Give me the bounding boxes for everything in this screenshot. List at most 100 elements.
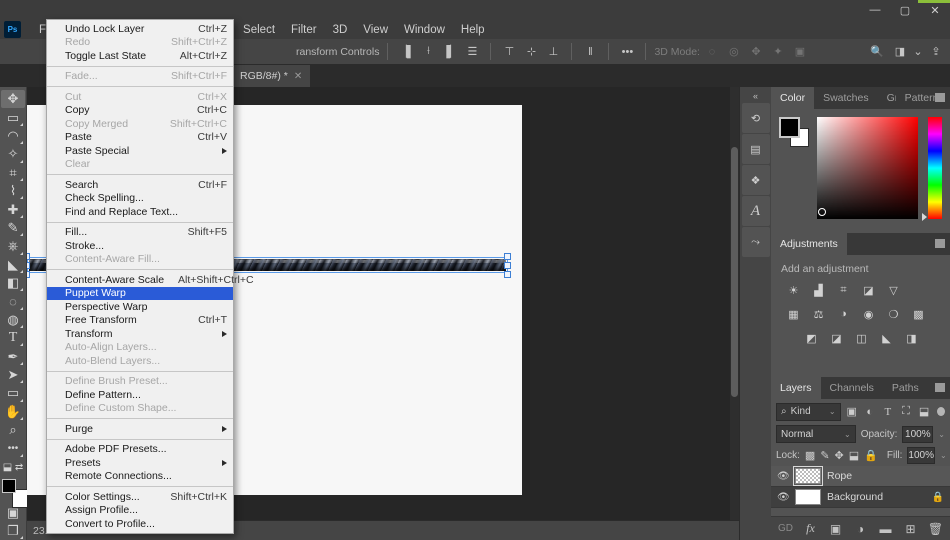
menu-item-puppet-warp[interactable]: Puppet Warp bbox=[47, 286, 233, 300]
close-icon[interactable]: ✕ bbox=[294, 71, 302, 82]
layer-style-icon[interactable]: fx bbox=[804, 521, 818, 536]
new-group-icon[interactable]: ▬ bbox=[879, 522, 893, 536]
threshold-icon[interactable]: ◫ bbox=[853, 330, 870, 346]
foreground-color-swatch[interactable] bbox=[2, 479, 16, 494]
filter-adjustment-icon[interactable]: ◐ bbox=[863, 404, 877, 420]
table-row[interactable]: 👁 Background 🔒 bbox=[771, 487, 950, 508]
menu-item-paste[interactable]: Paste Ctrl+V bbox=[47, 131, 233, 145]
menu-item-free-transform[interactable]: Free Transform Ctrl+T bbox=[47, 314, 233, 328]
menu-item-toggle-last-state[interactable]: Toggle Last State Alt+Ctrl+Z bbox=[47, 49, 233, 63]
link-layers-icon[interactable]: GD bbox=[778, 522, 793, 536]
spot-healing-brush-tool[interactable]: ✚ bbox=[1, 200, 25, 218]
tab-layers[interactable]: Layers bbox=[771, 377, 821, 399]
align-bottom-edges-icon[interactable]: ⊥ bbox=[543, 42, 563, 62]
properties-panel-icon[interactable]: ▤ bbox=[741, 134, 770, 164]
curves-icon[interactable]: ⌗ bbox=[835, 282, 852, 298]
tab-adjustments[interactable]: Adjustments bbox=[771, 233, 847, 255]
distribute-vertically-icon[interactable]: ‖ bbox=[580, 42, 600, 62]
layer-visibility-icon[interactable]: 👁 bbox=[777, 471, 790, 482]
fill-input[interactable]: 100% bbox=[907, 446, 935, 464]
color-picker-cursor[interactable] bbox=[817, 208, 826, 216]
scrollbar-thumb[interactable] bbox=[731, 147, 738, 397]
color-swatches[interactable] bbox=[1, 478, 31, 509]
menu-item-find-and-replace-text[interactable]: Find and Replace Text... bbox=[47, 205, 233, 219]
eyedropper-tool[interactable]: ⌇ bbox=[1, 182, 25, 200]
rotate-3d-icon[interactable]: ◌ bbox=[702, 42, 722, 62]
filter-pixel-icon[interactable]: ▣ bbox=[845, 404, 859, 420]
hand-tool[interactable]: ✋ bbox=[1, 403, 25, 421]
dodge-tool[interactable]: ◍ bbox=[1, 311, 25, 329]
more-options-icon[interactable]: ••• bbox=[617, 42, 637, 62]
menu-filter[interactable]: Filter bbox=[283, 20, 325, 39]
align-left-edges-icon[interactable]: ▕▌ bbox=[396, 42, 416, 62]
chevron-down-icon[interactable]: ⌄ bbox=[940, 451, 947, 460]
roll-3d-icon[interactable]: ◎ bbox=[724, 42, 744, 62]
lock-image-pixels-icon[interactable]: ✎ bbox=[820, 448, 829, 462]
photo-filter-icon[interactable]: ◉ bbox=[860, 306, 877, 322]
menu-3d[interactable]: 3D bbox=[325, 20, 356, 39]
menu-item-content-aware-scale[interactable]: Content-Aware Scale Alt+Shift+Ctrl+C bbox=[47, 273, 254, 287]
menu-item-purge[interactable]: Purge bbox=[47, 422, 233, 436]
layer-name[interactable]: Background bbox=[827, 491, 926, 503]
align-top-edges-icon[interactable]: ⊤ bbox=[499, 42, 519, 62]
posterize-icon[interactable]: ◪ bbox=[828, 330, 845, 346]
brightness-contrast-icon[interactable]: ☀ bbox=[785, 282, 802, 298]
menu-window[interactable]: Window bbox=[396, 20, 453, 39]
crop-tool[interactable]: ⌗ bbox=[1, 164, 25, 182]
pan-3d-icon[interactable]: ✥ bbox=[746, 42, 766, 62]
menu-item-search[interactable]: Search Ctrl+F bbox=[47, 178, 233, 192]
add-layer-mask-icon[interactable]: ▣ bbox=[829, 522, 843, 536]
tab-paths[interactable]: Paths bbox=[883, 377, 928, 399]
blur-tool[interactable]: ◌ bbox=[1, 292, 25, 310]
menu-item-color-settings[interactable]: Color Settings... Shift+Ctrl+K bbox=[47, 490, 233, 504]
vibrance-icon[interactable]: ▽ bbox=[885, 282, 902, 298]
menu-item-copy[interactable]: Copy Ctrl+C bbox=[47, 104, 233, 118]
menu-view[interactable]: View bbox=[355, 20, 396, 39]
edit-toolbar-tool[interactable]: ••• bbox=[1, 439, 25, 457]
foreground-color-swatch[interactable] bbox=[779, 117, 800, 138]
panel-menu-icon[interactable] bbox=[935, 93, 945, 102]
menu-select[interactable]: Select bbox=[235, 20, 283, 39]
menu-item-check-spelling[interactable]: Check Spelling... bbox=[47, 192, 233, 206]
hue-saturation-icon[interactable]: ▦ bbox=[785, 306, 802, 322]
quick-mask-icon[interactable]: ▣ bbox=[1, 503, 25, 521]
tab-swatches[interactable]: Swatches bbox=[814, 87, 878, 109]
tab-channels[interactable]: Channels bbox=[821, 377, 883, 399]
filter-shape-icon[interactable]: ⛶ bbox=[899, 404, 913, 420]
hue-slider[interactable] bbox=[922, 117, 942, 221]
tab-gradients[interactable]: Gradients bbox=[878, 87, 896, 109]
transform-handle-bottom-left[interactable] bbox=[27, 271, 30, 278]
filter-toggle-switch[interactable] bbox=[937, 407, 945, 416]
blend-mode-select[interactable]: Normal ⌄ bbox=[776, 425, 856, 443]
channel-mixer-icon[interactable]: ❍ bbox=[885, 306, 902, 322]
color-field[interactable] bbox=[816, 117, 919, 219]
character-panel-icon[interactable]: A bbox=[741, 196, 770, 226]
chevron-down-icon[interactable]: ⌄ bbox=[913, 42, 923, 62]
close-button[interactable]: ✕ bbox=[920, 0, 950, 20]
transform-handle-middle-left[interactable] bbox=[27, 262, 30, 269]
lasso-tool[interactable]: ◠ bbox=[1, 127, 25, 145]
panel-menu-icon[interactable] bbox=[935, 239, 945, 248]
clone-stamp-tool[interactable]: ⎈ bbox=[1, 237, 25, 255]
lock-all-icon[interactable]: 🔒 bbox=[864, 448, 878, 462]
table-row[interactable]: 👁 Rope bbox=[771, 466, 950, 487]
layer-thumbnail[interactable] bbox=[793, 466, 823, 486]
menu-item-fill[interactable]: Fill... Shift+F5 bbox=[47, 226, 233, 240]
menu-item-adobe-pdf-presets[interactable]: Adobe PDF Presets... bbox=[47, 443, 233, 457]
collapse-panels-icon[interactable]: « bbox=[740, 89, 771, 103]
filter-type-icon[interactable]: T bbox=[881, 404, 895, 420]
delete-layer-icon[interactable]: 🗑 bbox=[928, 522, 943, 536]
menu-item-assign-profile[interactable]: Assign Profile... bbox=[47, 504, 233, 518]
rectangle-tool[interactable]: ▭ bbox=[1, 384, 25, 402]
tab-color[interactable]: Color bbox=[771, 87, 815, 109]
lock-transparent-pixels-icon[interactable]: ▩ bbox=[805, 448, 815, 462]
path-selection-tool[interactable]: ➤ bbox=[1, 366, 25, 384]
zoom-3d-camera-icon[interactable]: ▣ bbox=[790, 42, 810, 62]
transform-handle-middle-right[interactable] bbox=[504, 262, 511, 269]
minimize-button[interactable]: — bbox=[860, 0, 890, 20]
align-vertical-centers-icon[interactable]: ⊹ bbox=[521, 42, 541, 62]
lock-position-icon[interactable]: ✥ bbox=[835, 448, 844, 462]
pen-tool[interactable]: ✒ bbox=[1, 347, 25, 365]
type-tool[interactable]: T bbox=[1, 329, 25, 347]
levels-icon[interactable]: ▟ bbox=[810, 282, 827, 298]
